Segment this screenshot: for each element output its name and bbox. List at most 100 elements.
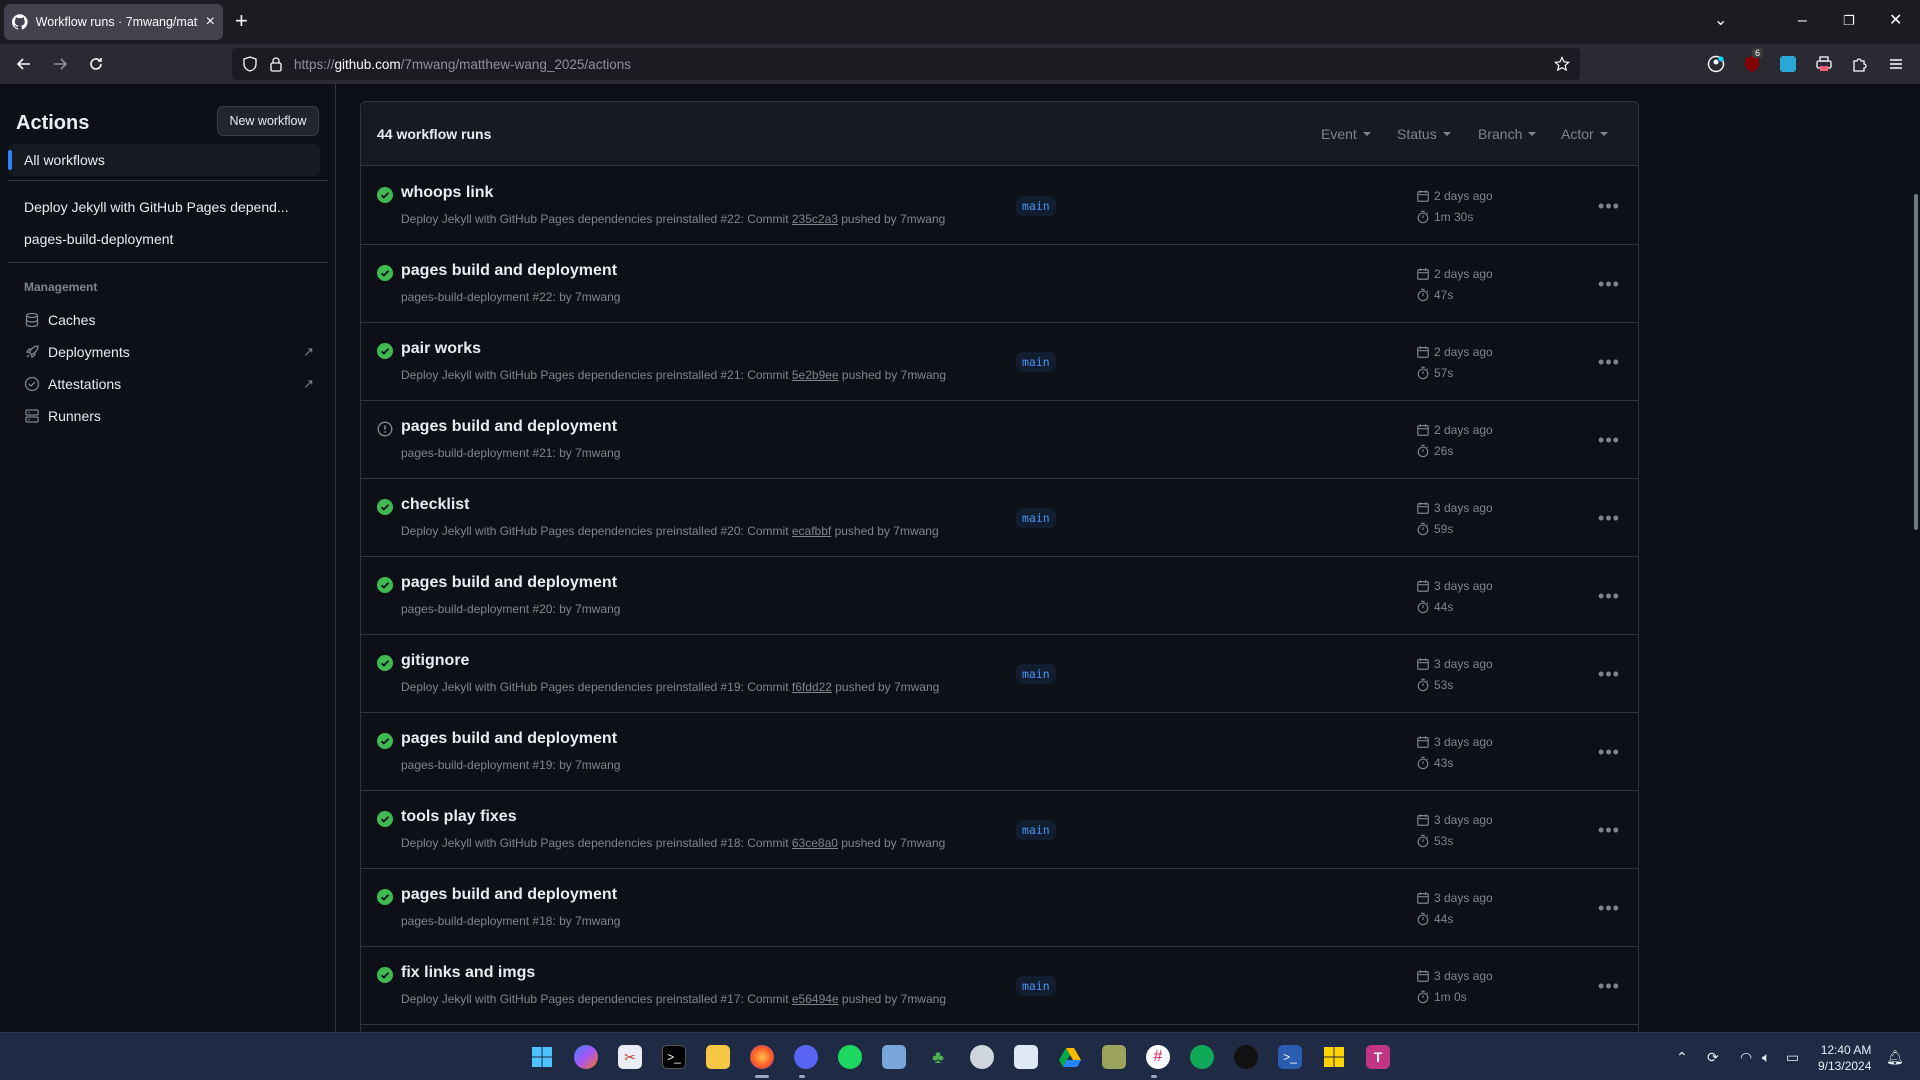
- green-app-icon[interactable]: [1190, 1045, 1214, 1069]
- tree-app-icon[interactable]: ♣: [926, 1045, 950, 1069]
- sticky-grid-icon[interactable]: [1322, 1045, 1346, 1069]
- security-app-icon[interactable]: [970, 1045, 994, 1069]
- workflow-run-row[interactable]: whoops link Deploy Jekyll with GitHub Pa…: [361, 167, 1638, 245]
- branch-label[interactable]: main: [1016, 820, 1056, 840]
- run-title[interactable]: gitignore: [401, 652, 469, 670]
- filter-branch[interactable]: Branch: [1478, 126, 1537, 142]
- extensions-puzzle-icon[interactable]: [1850, 54, 1870, 74]
- workflow-run-row[interactable]: fix links and imgs Deploy Jekyll with Gi…: [361, 947, 1638, 1025]
- battery-icon[interactable]: ▭: [1786, 1049, 1799, 1066]
- new-workflow-button[interactable]: New workflow: [217, 106, 319, 136]
- commit-sha-link[interactable]: 63ce8a0: [792, 836, 838, 850]
- filter-event[interactable]: Event: [1321, 126, 1371, 142]
- kebab-menu-icon[interactable]: •••: [1597, 428, 1621, 452]
- workflow-run-row[interactable]: pages build and deployment pages-build-d…: [361, 557, 1638, 635]
- back-icon[interactable]: [12, 52, 36, 76]
- sync-icon[interactable]: ⟳: [1707, 1049, 1719, 1066]
- run-title[interactable]: pages build and deployment: [401, 418, 617, 436]
- workflow-run-row[interactable]: pages build and deployment pages-build-d…: [361, 713, 1638, 791]
- discord-icon[interactable]: [794, 1045, 818, 1069]
- monitor-app-icon[interactable]: [1014, 1045, 1038, 1069]
- workflow-run-row[interactable]: tools play fixes Deploy Jekyll with GitH…: [361, 791, 1638, 869]
- spotify-icon[interactable]: [838, 1045, 862, 1069]
- copilot-icon[interactable]: [574, 1045, 598, 1069]
- bookmark-star-icon[interactable]: [1554, 56, 1570, 72]
- drive-icon[interactable]: [1058, 1045, 1082, 1069]
- volume-icon[interactable]: 🔈︎: [1762, 1049, 1770, 1066]
- run-title[interactable]: checklist: [401, 496, 469, 514]
- commit-sha-link[interactable]: ecafbbf: [792, 524, 831, 538]
- filter-status[interactable]: Status: [1397, 126, 1451, 142]
- run-title[interactable]: tools play fixes: [401, 808, 517, 826]
- close-window-icon[interactable]: ✕: [1889, 12, 1902, 30]
- reload-icon[interactable]: [84, 52, 108, 76]
- filter-actor[interactable]: Actor: [1561, 126, 1608, 142]
- kebab-menu-icon[interactable]: •••: [1597, 194, 1621, 218]
- notes-app-icon[interactable]: [1102, 1045, 1126, 1069]
- workflow-run-row[interactable]: gitignore Deploy Jekyll with GitHub Page…: [361, 635, 1638, 713]
- dark-app-icon[interactable]: [1234, 1045, 1258, 1069]
- branch-label[interactable]: main: [1016, 196, 1056, 216]
- ublock-icon[interactable]: 6: [1742, 48, 1764, 74]
- kebab-menu-icon[interactable]: •••: [1597, 662, 1621, 686]
- run-title[interactable]: pages build and deployment: [401, 262, 617, 280]
- sidebar-item-pages-build-deployment[interactable]: pages-build-deployment: [24, 231, 173, 247]
- sidebar-item-attestations[interactable]: Attestations ↗: [24, 372, 314, 396]
- photos-icon[interactable]: [882, 1045, 906, 1069]
- scrollbar-thumb[interactable]: [1914, 194, 1918, 530]
- terminal-icon[interactable]: >_: [662, 1045, 686, 1069]
- run-title[interactable]: pages build and deployment: [401, 886, 617, 904]
- slack-icon[interactable]: #: [1146, 1045, 1170, 1069]
- shield-icon[interactable]: [242, 56, 258, 72]
- workflow-run-row[interactable]: pages build and deployment pages-build-d…: [361, 401, 1638, 479]
- run-title[interactable]: fix links and imgs: [401, 964, 535, 982]
- branch-label[interactable]: main: [1016, 352, 1056, 372]
- start-icon[interactable]: [530, 1045, 554, 1069]
- run-title[interactable]: pages build and deployment: [401, 574, 617, 592]
- snipping-tool-icon[interactable]: ✂: [618, 1045, 642, 1069]
- url-bar[interactable]: https://github.com/7mwang/matthew-wang_2…: [232, 48, 1580, 80]
- page-scrollbar[interactable]: [1912, 84, 1920, 1032]
- sidebar-item-deploy-jekyll[interactable]: Deploy Jekyll with GitHub Pages depend..…: [24, 199, 289, 215]
- notification-bell-icon[interactable]: 🔔︎: [1886, 1049, 1904, 1066]
- new-tab-button[interactable]: +: [235, 10, 248, 32]
- run-title[interactable]: pages build and deployment: [401, 730, 617, 748]
- sidebar-item-deployments[interactable]: Deployments ↗: [24, 340, 314, 364]
- kebab-menu-icon[interactable]: •••: [1597, 740, 1621, 764]
- minimize-icon[interactable]: –: [1798, 12, 1807, 30]
- workflow-run-row[interactable]: pair works Deploy Jekyll with GitHub Pag…: [361, 323, 1638, 401]
- commit-sha-link[interactable]: 235c2a3: [792, 212, 838, 226]
- hamburger-menu-icon[interactable]: [1886, 54, 1906, 74]
- sidebar-item-all-workflows[interactable]: All workflows: [8, 144, 320, 176]
- kebab-menu-icon[interactable]: •••: [1597, 506, 1621, 530]
- kebab-menu-icon[interactable]: •••: [1597, 818, 1621, 842]
- lock-icon[interactable]: [268, 56, 284, 72]
- teams-icon[interactable]: T: [1366, 1045, 1390, 1069]
- workflow-run-row[interactable]: pages build and deployment pages-build-d…: [361, 245, 1638, 323]
- kebab-menu-icon[interactable]: •••: [1597, 896, 1621, 920]
- run-title[interactable]: pair works: [401, 340, 481, 358]
- commit-sha-link[interactable]: 5e2b9ee: [792, 368, 839, 382]
- branch-label[interactable]: main: [1016, 508, 1056, 528]
- taskbar-clock[interactable]: 12:40 AM 9/13/2024: [1818, 1042, 1871, 1074]
- branch-label[interactable]: main: [1016, 976, 1056, 996]
- commit-sha-link[interactable]: f6fdd22: [792, 680, 832, 694]
- commit-sha-link[interactable]: e56494e: [792, 992, 839, 1006]
- file-explorer-icon[interactable]: [706, 1045, 730, 1069]
- kebab-menu-icon[interactable]: •••: [1597, 272, 1621, 296]
- workflow-run-row[interactable]: checklist Deploy Jekyll with GitHub Page…: [361, 479, 1638, 557]
- forward-icon[interactable]: [48, 52, 72, 76]
- print-icon[interactable]: [1814, 54, 1834, 74]
- tray-overflow-icon[interactable]: ⌃: [1676, 1049, 1688, 1066]
- workflow-run-row[interactable]: pages build and deployment pages-build-d…: [361, 869, 1638, 947]
- kebab-menu-icon[interactable]: •••: [1597, 584, 1621, 608]
- run-title[interactable]: whoops link: [401, 184, 493, 202]
- extension-blue-icon[interactable]: [1778, 54, 1798, 74]
- url-text[interactable]: https://github.com/7mwang/matthew-wang_2…: [294, 57, 631, 72]
- branch-label[interactable]: main: [1016, 664, 1056, 684]
- list-all-tabs-icon[interactable]: ⌄: [1714, 12, 1727, 30]
- restore-icon[interactable]: ❐: [1843, 12, 1855, 30]
- wifi-icon[interactable]: ◠: [1740, 1049, 1752, 1066]
- powershell-icon[interactable]: >_: [1278, 1045, 1302, 1069]
- browser-tab[interactable]: Workflow runs · 7mwang/matthew-wang_2025…: [4, 4, 223, 40]
